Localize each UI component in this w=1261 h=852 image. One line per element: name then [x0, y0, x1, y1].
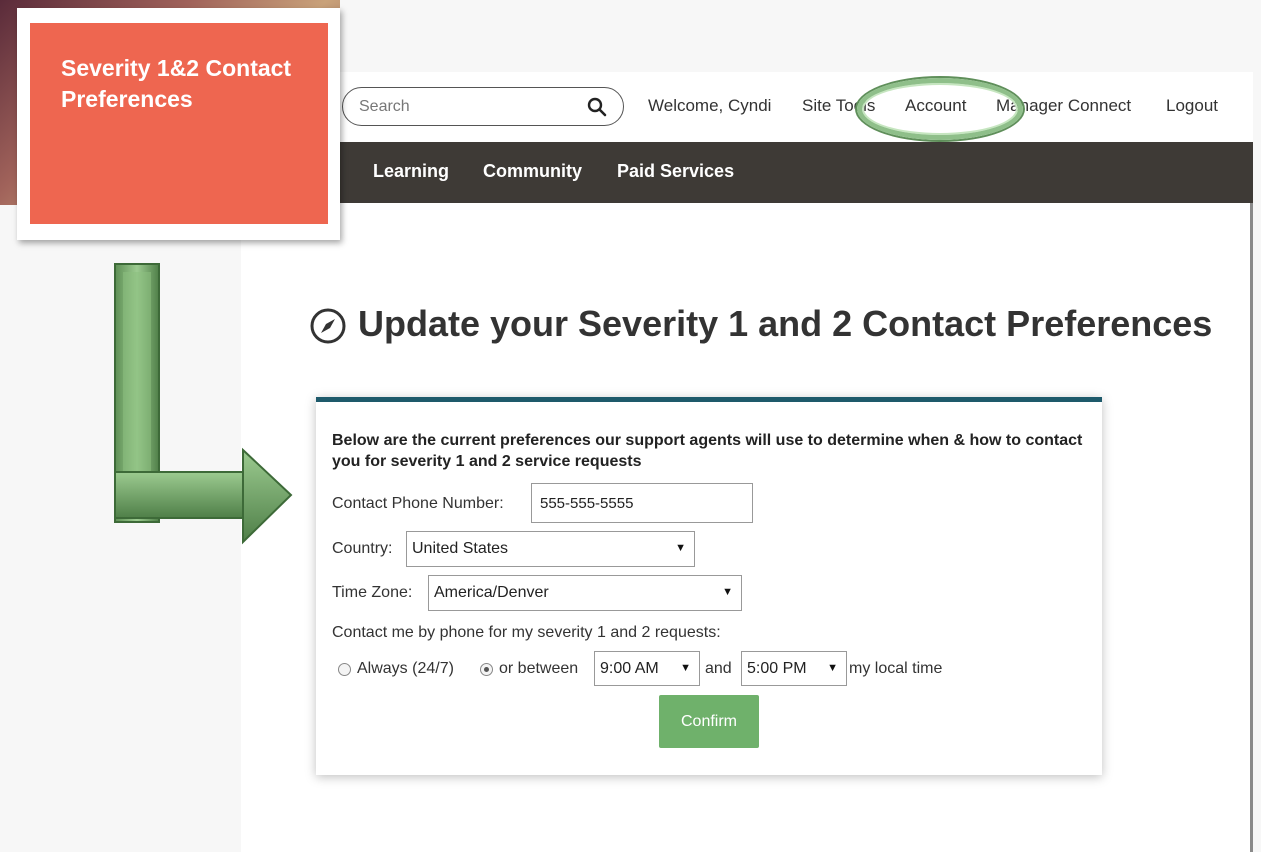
- nav-paid-services[interactable]: Paid Services: [617, 161, 734, 182]
- confirm-button[interactable]: Confirm: [659, 695, 759, 748]
- page-title: Update your Severity 1 and 2 Contact Pre…: [358, 303, 1213, 344]
- arrow-icon: [114, 263, 293, 545]
- search-input[interactable]: [359, 96, 579, 118]
- compass-icon: [310, 308, 346, 344]
- highlight-oval: [857, 78, 1023, 140]
- contact-label: Contact me by phone for my severity 1 an…: [332, 624, 721, 641]
- phone-label: Contact Phone Number:: [332, 495, 504, 512]
- welcome-text: Welcome, Cyndi: [648, 96, 772, 115]
- chevron-down-icon: ▼: [722, 586, 733, 598]
- timezone-label: Time Zone:: [332, 584, 413, 601]
- search-icon[interactable]: [587, 97, 607, 117]
- chevron-down-icon: ▼: [827, 662, 838, 674]
- timezone-select[interactable]: America/Denver ▼: [428, 575, 742, 611]
- nav-community[interactable]: Community: [483, 161, 582, 182]
- search-box[interactable]: [342, 87, 624, 126]
- between-label: or between: [499, 660, 579, 677]
- radio-always[interactable]: [338, 663, 351, 676]
- end-time-value: 5:00 PM: [747, 660, 807, 677]
- country-select[interactable]: United States ▼: [406, 531, 695, 567]
- country-label: Country:: [332, 540, 393, 557]
- end-time-select[interactable]: 5:00 PM ▼: [741, 651, 847, 686]
- always-label: Always (24/7): [357, 660, 454, 677]
- timezone-value: America/Denver: [434, 584, 549, 601]
- and-label: and: [705, 660, 732, 677]
- callout-title: Severity 1&2 Contact Preferences: [61, 55, 292, 112]
- chevron-down-icon: ▼: [675, 542, 686, 554]
- radio-between[interactable]: [480, 663, 493, 676]
- nav-learning[interactable]: Learning: [373, 161, 449, 182]
- intro-text: Below are the current preferences our su…: [332, 432, 1083, 470]
- start-time-value: 9:00 AM: [600, 660, 659, 677]
- callout-card: Severity 1&2 Contact Preferences: [30, 23, 328, 224]
- chevron-down-icon: ▼: [680, 662, 691, 674]
- main-nav: [340, 142, 1253, 203]
- start-time-select[interactable]: 9:00 AM ▼: [594, 651, 700, 686]
- phone-field[interactable]: [531, 483, 753, 523]
- logout-link[interactable]: Logout: [1166, 96, 1218, 116]
- country-value: United States: [412, 540, 509, 557]
- local-time-label: my local time: [849, 660, 943, 677]
